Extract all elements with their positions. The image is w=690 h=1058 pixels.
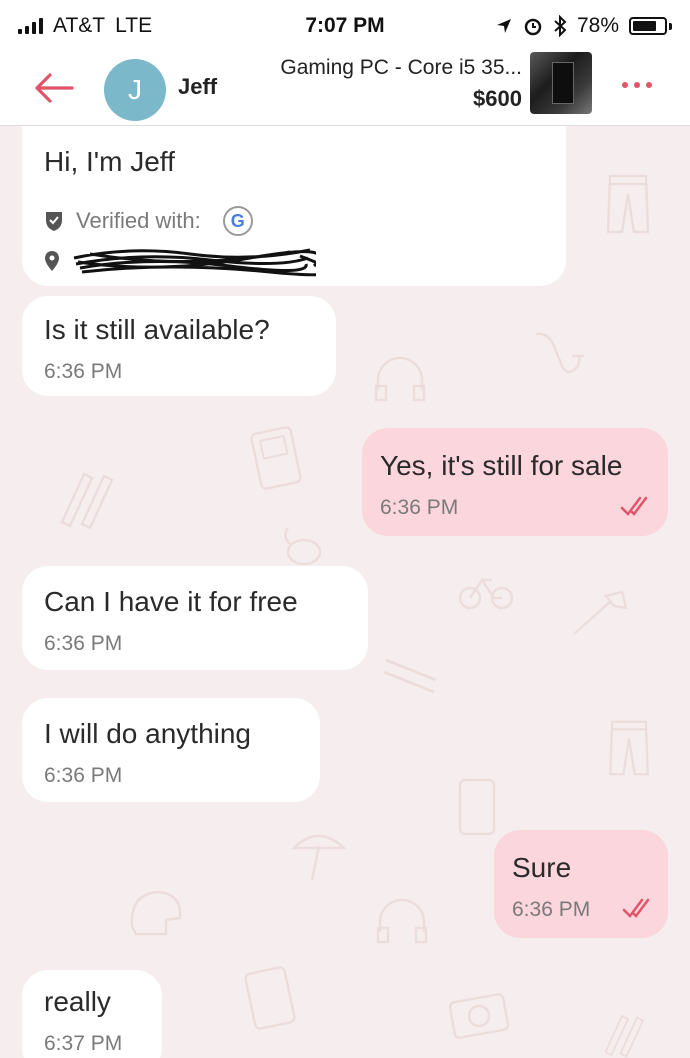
game-console-icon — [244, 966, 296, 1030]
contact-name[interactable]: Jeff — [178, 74, 217, 100]
battery-percent: 78% — [576, 14, 619, 37]
status-right: 78% — [495, 14, 672, 38]
trumpet-icon — [573, 590, 628, 635]
listing-thumbnail[interactable] — [530, 52, 592, 114]
phone-icon — [458, 778, 496, 836]
double-check-icon — [622, 898, 650, 918]
more-dot-icon — [622, 82, 628, 88]
bicycle-icon — [458, 577, 514, 610]
message-time: 6:36 PM — [44, 764, 123, 787]
jeans-icon — [609, 720, 649, 776]
listing-price: $600 — [473, 86, 522, 111]
more-dot-icon — [646, 82, 652, 88]
message-bubble-incoming[interactable]: Is it still available? 6:36 PM — [22, 296, 336, 396]
message-text: Can I have it for free — [44, 586, 298, 617]
location-arrow-icon — [496, 19, 511, 33]
message-text: Is it still available? — [44, 314, 270, 345]
jeans-icon — [606, 174, 650, 234]
helmet-icon — [130, 890, 182, 936]
ski-icon — [60, 472, 114, 530]
skateboard-icon — [383, 658, 437, 694]
verified-label: Verified with: — [76, 208, 201, 233]
more-dot-icon — [634, 82, 640, 88]
message-time: 6:36 PM — [44, 360, 123, 383]
ski-icon — [604, 1014, 645, 1058]
carrier-label: AT&T — [53, 14, 106, 37]
profile-greeting: Hi, I'm Jeff — [44, 146, 175, 177]
alarm-icon — [524, 18, 542, 36]
message-text: Yes, it's still for sale — [380, 450, 623, 481]
message-bubble-incoming[interactable]: Can I have it for free 6:36 PM — [22, 566, 368, 670]
more-options-button[interactable] — [612, 70, 662, 100]
google-icon: G — [222, 206, 253, 236]
message-text: Sure — [512, 852, 572, 883]
message-bubble-incoming[interactable]: really 6:37 PM — [22, 970, 162, 1058]
listing-title[interactable]: Gaming PC - Core i5 35... — [280, 56, 522, 80]
message-time: 6:36 PM — [380, 496, 459, 519]
headphones-icon — [374, 356, 426, 402]
battery-icon — [629, 17, 672, 35]
message-bubble-outgoing[interactable]: Sure 6:36 PM — [494, 830, 668, 938]
message-text: really — [44, 986, 111, 1017]
status-bar: AT&T LTE 7:07 PM 78% — [0, 0, 690, 52]
message-bubble-incoming[interactable]: I will do anything 6:36 PM — [22, 698, 320, 802]
umbrella-icon — [290, 834, 348, 881]
headphones-icon — [376, 898, 428, 944]
chat-header: J Jeff Gaming PC - Core i5 35... $600 — [0, 52, 690, 126]
game-console-icon — [250, 426, 302, 490]
camera-icon — [448, 993, 510, 1039]
saxophone-icon — [535, 332, 584, 374]
back-button[interactable] — [30, 66, 78, 110]
avatar[interactable]: J — [104, 59, 166, 121]
back-arrow-icon — [35, 73, 74, 103]
verified-row: Verified with: G — [44, 206, 253, 236]
status-left: AT&T LTE — [18, 14, 152, 38]
message-bubble-outgoing[interactable]: Yes, it's still for sale 6:36 PM — [362, 428, 668, 536]
bluetooth-icon — [554, 15, 567, 37]
message-text: I will do anything — [44, 718, 252, 749]
location-row — [44, 244, 316, 278]
double-check-icon — [620, 496, 648, 516]
chat-thread[interactable]: Hi, I'm Jeff Verified with: G Is it stil… — [0, 126, 690, 1058]
profile-card: Hi, I'm Jeff Verified with: G — [22, 126, 566, 286]
message-time: 6:36 PM — [44, 632, 123, 655]
message-time: 6:36 PM — [512, 898, 591, 921]
redacted-scribble — [73, 248, 316, 277]
message-time: 6:37 PM — [44, 1032, 123, 1055]
network-label: LTE — [115, 14, 153, 37]
battery-fill — [633, 21, 657, 31]
signal-strength-icon — [18, 18, 43, 34]
shield-check-icon — [46, 212, 62, 231]
location-pin-icon — [45, 251, 59, 271]
